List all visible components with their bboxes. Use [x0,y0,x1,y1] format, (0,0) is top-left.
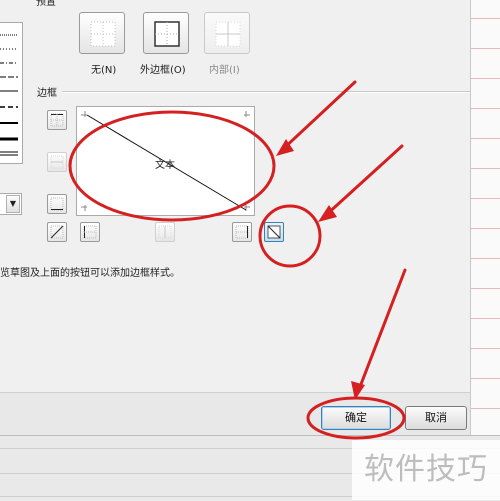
annotation-circle-preview [68,110,276,222]
annotation-arrow-1 [280,80,357,152]
annotation-arrow-2 [323,144,404,218]
annotation-arrow-3 [356,268,407,394]
watermark: 软件技巧 [352,440,500,500]
annotation-circle-ok-button [306,396,406,440]
annotation-overlay [68,80,407,440]
annotation-circle-diagonal-button [258,204,322,268]
